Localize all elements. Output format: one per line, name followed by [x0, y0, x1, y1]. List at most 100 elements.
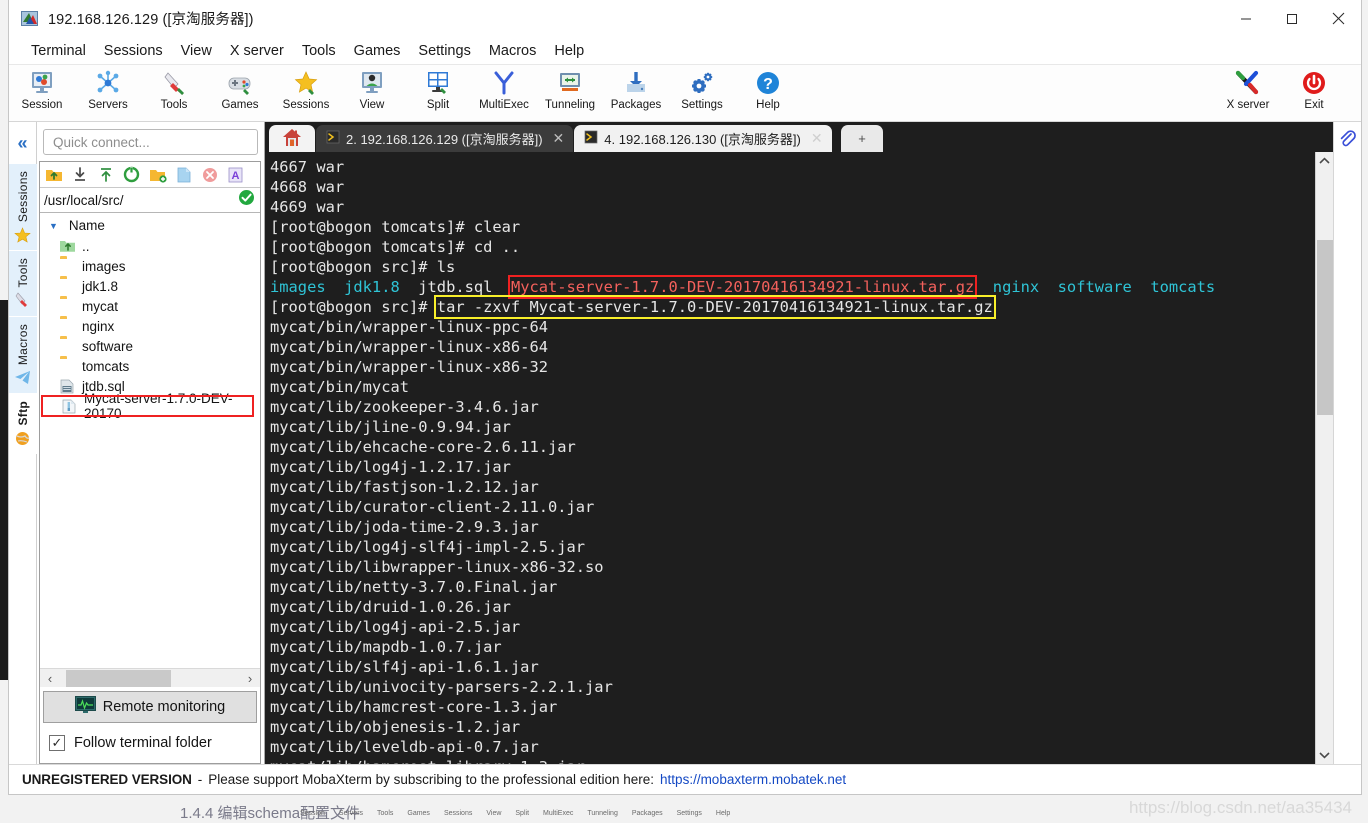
follow-terminal-folder-row[interactable]: ✓ Follow terminal folder: [40, 723, 260, 763]
terminal-text: mycat/lib/joda-time-2.9.3.jar: [270, 518, 539, 536]
terminal-text: mycat/bin/mycat: [270, 378, 409, 396]
menu-tools[interactable]: Tools: [293, 41, 345, 61]
vscroll-track[interactable]: [1316, 170, 1334, 746]
list-item[interactable]: software: [40, 336, 260, 356]
rail-tab-macros[interactable]: Macros: [8, 316, 37, 394]
list-item[interactable]: tomcats: [40, 356, 260, 376]
terminal-text: [root@bogon tomcats]# cd ..: [270, 238, 521, 256]
toolbar-session-button[interactable]: Session: [9, 68, 75, 120]
toolbar-games-label: Games: [221, 99, 259, 111]
tab-close-icon[interactable]: ✕: [811, 130, 823, 147]
tools-icon: [161, 68, 187, 98]
terminal-line: mycat/lib/curator-client-2.11.0.jar: [270, 497, 1315, 517]
scroll-down-icon[interactable]: [1316, 746, 1334, 764]
quick-connect-input[interactable]: Quick connect...: [43, 129, 258, 155]
follow-terminal-folder-checkbox[interactable]: ✓: [49, 735, 65, 751]
toolbar-view-button[interactable]: View: [339, 68, 405, 120]
upload-icon[interactable]: [94, 164, 117, 186]
menu-view[interactable]: View: [172, 41, 221, 61]
new-folder-icon[interactable]: [146, 164, 169, 186]
rail-tab-sessions[interactable]: Sessions: [8, 164, 37, 252]
tab-session-1[interactable]: 2. 192.168.126.129 ([京淘服务器]) ✕: [316, 125, 574, 152]
settings-gear-icon: [689, 68, 715, 98]
delete-icon[interactable]: [198, 164, 221, 186]
new-tab-button[interactable]: +: [840, 125, 883, 152]
toolbar-packages-label: Packages: [610, 99, 662, 111]
hscroll-track[interactable]: [60, 669, 240, 688]
list-item[interactable]: images: [40, 256, 260, 276]
terminal-text: [root@bogon tomcats]# clear: [270, 218, 521, 236]
toolbar-servers-button[interactable]: Servers: [75, 68, 141, 120]
parent-dir-icon: [60, 239, 77, 254]
toolbar-multiexec-button[interactable]: MultiExec: [471, 68, 537, 120]
tab-home[interactable]: [269, 125, 315, 152]
terminal-text: mycat/lib/mapdb-1.0.7.jar: [270, 638, 502, 656]
remote-monitoring-button[interactable]: Remote monitoring: [43, 691, 257, 723]
terminal-view[interactable]: 4667 war 4668 war 4669 war [root@bogon tomc…: [265, 152, 1333, 764]
hscroll-thumb[interactable]: [66, 669, 171, 687]
rail-tab-sftp[interactable]: Sftp: [8, 393, 37, 455]
terminal-vertical-scrollbar[interactable]: [1315, 152, 1333, 764]
file-list-horizontal-scrollbar[interactable]: ‹ ›: [40, 668, 260, 687]
terminal-text: mycat/lib/zookeeper-3.4.6.jar: [270, 398, 539, 416]
menu-games[interactable]: Games: [345, 41, 410, 61]
menu-terminal[interactable]: Terminal: [22, 41, 95, 61]
terminal-line: mycat/lib/leveldb-api-0.7.jar: [270, 737, 1315, 757]
packages-icon: [623, 68, 649, 98]
text-mode-icon[interactable]: A: [224, 164, 247, 186]
mobaxterm-link[interactable]: https://mobaxterm.mobatek.net: [660, 772, 846, 787]
tunneling-icon: [557, 68, 583, 98]
terminal-text: [root@bogon src]#: [270, 298, 437, 316]
star-icon: [14, 225, 31, 245]
scroll-right-icon[interactable]: ›: [240, 671, 260, 686]
sftp-path-input[interactable]: /usr/local/src/: [44, 193, 124, 208]
toolbar-x-server-button[interactable]: X server: [1215, 68, 1281, 120]
menu-x-server[interactable]: X server: [221, 41, 293, 61]
status-bar: UNREGISTERED VERSION - Please support Mo…: [9, 764, 1361, 794]
toolbar-split-button[interactable]: Split: [405, 68, 471, 120]
close-button[interactable]: [1315, 0, 1361, 38]
tab-close-icon[interactable]: ✕: [553, 130, 565, 147]
toolbar-help-button[interactable]: ? Help: [735, 68, 801, 120]
terminal-line: mycat/lib/log4j-slf4j-impl-2.5.jar: [270, 537, 1315, 557]
background-mini-toolbar: Session Servers Tools Games Sessions View Spl…: [300, 810, 731, 817]
file-list-header[interactable]: ▼ Name: [40, 215, 260, 236]
toolbar-packages-button[interactable]: Packages: [603, 68, 669, 120]
menu-settings[interactable]: Settings: [409, 41, 479, 61]
menu-sessions[interactable]: Sessions: [95, 41, 172, 61]
menu-macros[interactable]: Macros: [480, 41, 546, 61]
maximize-button[interactable]: [1269, 0, 1315, 38]
vscroll-thumb[interactable]: [1316, 240, 1333, 415]
terminal-text: mycat/lib/log4j-1.2.17.jar: [270, 458, 511, 476]
terminal-text: mycat/lib/libwrapper-linux-x86-32.so: [270, 558, 604, 576]
window-title: 192.168.126.129 ([京淘服务器]): [48, 12, 254, 28]
toolbar-exit-button[interactable]: Exit: [1281, 68, 1347, 120]
collapse-sidebar-button[interactable]: «: [9, 122, 37, 164]
list-item-mycat-archive[interactable]: Mycat-server-1.7.0-DEV-20170: [41, 391, 254, 421]
toolbar-games-button[interactable]: Games: [207, 68, 273, 120]
list-item[interactable]: mycat: [40, 296, 260, 316]
toolbar-tools-button[interactable]: Tools: [141, 68, 207, 120]
list-item[interactable]: jdk1.8: [40, 276, 260, 296]
scroll-left-icon[interactable]: ‹: [40, 671, 60, 686]
menu-help[interactable]: Help: [545, 41, 593, 61]
terminal-text: mycat/lib/leveldb-api-0.7.jar: [270, 738, 539, 756]
refresh-icon[interactable]: [120, 164, 143, 186]
scroll-up-icon[interactable]: [1316, 152, 1334, 170]
tab-session-2[interactable]: 4. 192.168.126.130 ([京淘服务器]) ✕: [574, 125, 832, 152]
list-item[interactable]: ..: [40, 236, 260, 256]
rail-tab-tools[interactable]: Tools: [8, 251, 37, 317]
minimize-button[interactable]: [1223, 0, 1269, 38]
toolbar-tunneling-button[interactable]: Tunneling: [537, 68, 603, 120]
toolbar-sessions-button[interactable]: Sessions: [273, 68, 339, 120]
unregistered-version-label: UNREGISTERED VERSION: [22, 772, 192, 787]
list-item-label: Mycat-server-1.7.0-DEV-20170: [84, 391, 233, 421]
attachment-paperclip-icon[interactable]: [1338, 130, 1357, 154]
parent-folder-icon[interactable]: [42, 164, 65, 186]
new-file-icon[interactable]: [172, 164, 195, 186]
list-item-label: images: [82, 258, 126, 274]
toolbar-settings-button[interactable]: Settings: [669, 68, 735, 120]
download-icon[interactable]: [68, 164, 91, 186]
list-item[interactable]: nginx: [40, 316, 260, 336]
